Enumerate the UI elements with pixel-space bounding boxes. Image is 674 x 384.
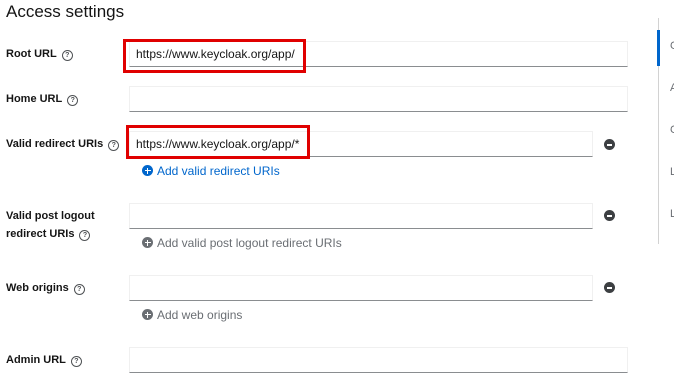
help-icon[interactable]: ? xyxy=(61,50,73,61)
web-origins-label: Web origins? xyxy=(6,279,85,297)
add-valid-redirect-uri-button[interactable]: Add valid redirect URIs xyxy=(142,163,280,179)
admin-url-label: Admin URL? xyxy=(6,351,82,369)
help-icon[interactable]: ? xyxy=(79,230,91,241)
home-url-input[interactable] xyxy=(129,86,628,112)
plus-circle-icon xyxy=(142,237,153,248)
help-icon[interactable]: ? xyxy=(70,356,82,367)
valid-post-logout-input[interactable] xyxy=(129,203,593,229)
admin-url-input[interactable] xyxy=(129,347,628,373)
remove-web-origin-icon[interactable] xyxy=(604,282,615,293)
plus-circle-icon xyxy=(142,165,153,176)
add-post-logout-uri-button[interactable]: Add valid post logout redirect URIs xyxy=(142,235,342,251)
valid-post-logout-label: Valid post logout xyxy=(6,207,95,225)
jump-links-active-indicator xyxy=(657,30,660,66)
web-origins-input[interactable] xyxy=(129,275,593,301)
jump-link-2[interactable]: A xyxy=(670,82,674,94)
add-web-origin-label: Add web origins xyxy=(157,308,243,322)
valid-redirect-uri-input[interactable]: https://www.keycloak.org/app/* xyxy=(129,131,593,157)
home-url-label-text: Home URL xyxy=(6,93,63,105)
root-url-label: Root URL? xyxy=(6,45,73,63)
valid-post-logout-label-line1: Valid post logout xyxy=(6,210,95,222)
valid-redirect-uris-label-text: Valid redirect URIs xyxy=(6,138,104,150)
admin-url-label-text: Admin URL xyxy=(6,354,66,366)
section-title: Access settings xyxy=(6,2,125,21)
valid-post-logout-label-2: redirect URIs? xyxy=(6,225,91,243)
jump-link-4[interactable]: L xyxy=(670,166,674,178)
remove-post-logout-uri-icon[interactable] xyxy=(604,210,615,221)
root-url-input[interactable]: https://www.keycloak.org/app/ xyxy=(129,41,628,67)
add-valid-redirect-uri-label: Add valid redirect URIs xyxy=(157,164,280,178)
add-web-origin-button[interactable]: Add web origins xyxy=(142,307,242,323)
valid-redirect-uris-label: Valid redirect URIs? xyxy=(6,135,120,153)
help-icon[interactable]: ? xyxy=(108,140,120,151)
remove-redirect-uri-icon[interactable] xyxy=(604,139,615,150)
jump-link-5[interactable]: L xyxy=(670,208,674,220)
add-post-logout-uri-label: Add valid post logout redirect URIs xyxy=(157,236,342,250)
jump-link-1[interactable]: G xyxy=(670,40,674,52)
root-url-label-text: Root URL xyxy=(6,48,57,60)
plus-circle-icon xyxy=(142,309,153,320)
home-url-label: Home URL? xyxy=(6,90,79,108)
help-icon[interactable]: ? xyxy=(73,284,85,295)
valid-post-logout-label-line2: redirect URIs xyxy=(6,228,75,240)
web-origins-label-text: Web origins xyxy=(6,282,69,294)
help-icon[interactable]: ? xyxy=(67,95,79,106)
jump-link-3[interactable]: C xyxy=(670,124,674,136)
